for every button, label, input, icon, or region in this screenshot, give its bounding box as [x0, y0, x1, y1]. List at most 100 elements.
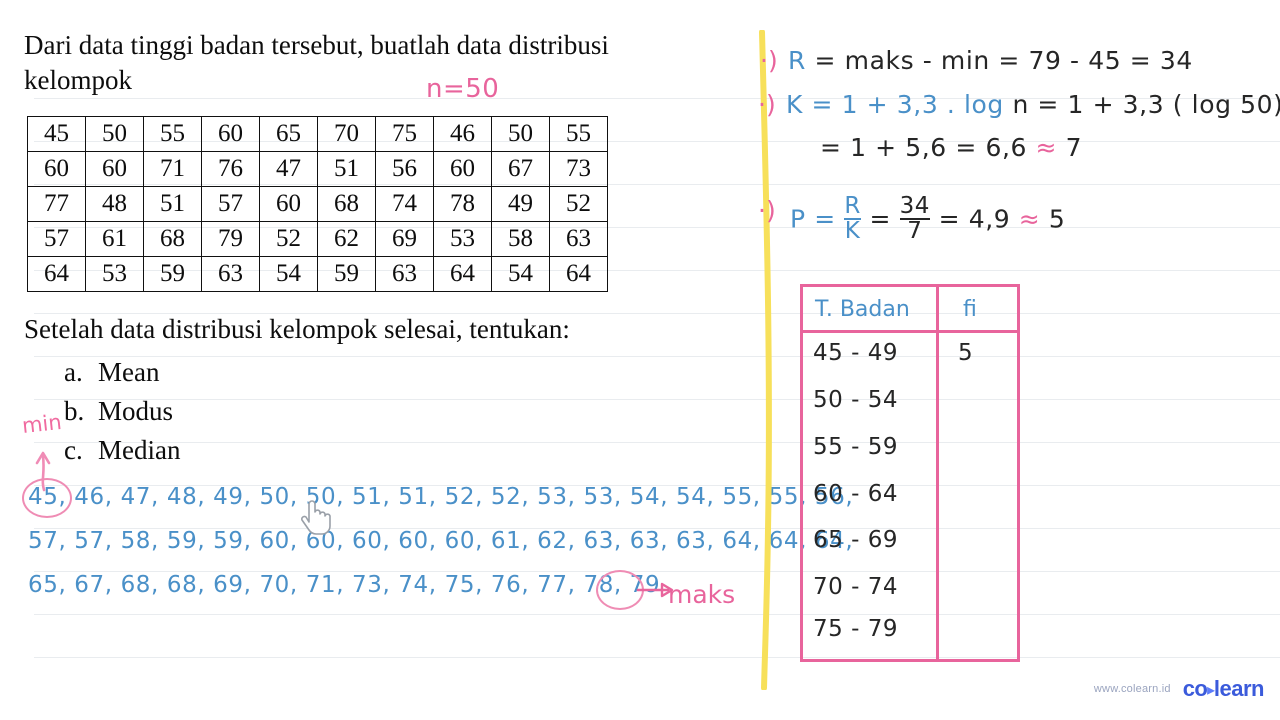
min-value-circle	[22, 478, 72, 518]
work-R-lhs: R	[788, 46, 806, 75]
fraction-denominator: 7	[899, 218, 931, 243]
data-cell: 60	[85, 151, 144, 187]
data-cell: 60	[27, 151, 86, 187]
frequency-row-interval: 70 - 74	[813, 574, 898, 600]
work-line-R: R = maks - min = 79 - 45 = 34	[788, 46, 1193, 75]
data-cell: 59	[317, 256, 376, 292]
prompt-line-2: kelompok	[24, 64, 132, 95]
data-cell: 69	[375, 221, 434, 257]
frequency-table-header-fi: fi	[963, 297, 977, 322]
list-item: b. Modus	[64, 392, 180, 431]
sorted-line-1: 45, 46, 47, 48, 49, 50, 50, 51, 51, 52, …	[28, 484, 854, 510]
min-annotation-label: min	[20, 409, 63, 439]
frequency-table-column-divider	[936, 287, 939, 659]
data-cell: 50	[85, 116, 144, 152]
data-cell: 64	[433, 256, 492, 292]
prompt-line-1: Dari data tinggi badan tersebut, buatlah…	[24, 30, 609, 60]
sorted-line-2: 57, 57, 58, 59, 59, 60, 60, 60, 60, 60, …	[28, 528, 854, 554]
table-row: 64 53 59 63 54 59 63 64 54 64	[27, 256, 608, 292]
item-label: Modus	[98, 396, 174, 426]
item-marker: c.	[64, 435, 83, 465]
data-cell: 50	[491, 116, 550, 152]
data-cell: 64	[27, 256, 86, 292]
frequency-row-fi: 5	[958, 340, 973, 366]
work-P-eq2: = 4,9	[938, 204, 1011, 234]
item-marker: a.	[64, 357, 83, 387]
ruled-line	[34, 356, 1280, 357]
fraction-numerator: 34	[899, 193, 931, 219]
data-cell: 63	[375, 256, 434, 292]
data-cell: 78	[433, 186, 492, 222]
ruled-line	[34, 399, 1280, 400]
data-cell: 67	[491, 151, 550, 187]
data-cell: 75	[375, 116, 434, 152]
data-cell: 62	[317, 221, 376, 257]
raw-data-table-body: 45 50 55 60 65 70 75 46 50 55 60 60 71 7…	[27, 116, 608, 292]
data-cell: 56	[375, 151, 434, 187]
work-P-fraction-RK: R K	[844, 193, 861, 245]
colearn-url: www.colearn.id	[1093, 683, 1171, 695]
frequency-table: T. Badan fi 45 - 49 5 50 - 54 55 - 59 60…	[800, 284, 1020, 662]
raw-data-table: 45 50 55 60 65 70 75 46 50 55 60 60 71 7…	[27, 116, 608, 292]
data-cell: 68	[317, 186, 376, 222]
logo-text-co: co	[1182, 676, 1208, 701]
data-cell: 53	[433, 221, 492, 257]
work-bullet-2: ·)	[758, 90, 776, 119]
data-cell: 58	[491, 221, 550, 257]
work-K-result: 7	[1065, 133, 1083, 162]
colearn-branding: www.colearn.id co▸learn	[1093, 676, 1265, 702]
data-cell: 60	[259, 186, 318, 222]
logo-text-learn: learn	[1213, 676, 1265, 701]
yellow-divider-line	[759, 30, 772, 690]
work-bullet-1: ·)	[760, 46, 778, 75]
table-row: 60 60 71 76 47 51 56 60 67 73	[27, 151, 608, 187]
questions-heading: Setelah data distribusi kelompok selesai…	[24, 314, 570, 344]
data-cell: 47	[259, 151, 318, 187]
colearn-logo: co▸learn	[1182, 676, 1265, 702]
data-cell: 48	[85, 186, 144, 222]
data-cell: 51	[143, 186, 202, 222]
data-cell: 76	[201, 151, 260, 187]
work-P-eq1: =	[869, 204, 892, 234]
work-K-approx: ≈	[1035, 133, 1058, 162]
frequency-row-interval: 55 - 59	[813, 434, 898, 460]
frequency-row-interval: 65 - 69	[813, 527, 898, 553]
data-cell: 51	[317, 151, 376, 187]
data-cell: 71	[143, 151, 202, 187]
data-cell: 54	[259, 256, 318, 292]
item-label: Mean	[98, 357, 160, 387]
table-row: 77 48 51 57 60 68 74 78 49 52	[27, 186, 608, 222]
fraction-numerator: R	[844, 193, 861, 219]
frequency-table-header-divider	[803, 330, 1017, 333]
hand-cursor-icon	[301, 500, 331, 535]
data-cell: 63	[549, 221, 608, 257]
work-line-K: K = 1 + 3,3 . log n = 1 + 3,3 ( log 50)	[786, 90, 1280, 119]
data-cell: 57	[201, 186, 260, 222]
prompt-text: Dari data tinggi badan tersebut, buatlah…	[24, 28, 744, 97]
ruled-line	[34, 614, 1280, 615]
list-item: a. Mean	[64, 353, 180, 392]
questions-list: a. Mean b. Modus c. Median	[64, 353, 180, 470]
data-cell: 70	[317, 116, 376, 152]
data-cell: 59	[143, 256, 202, 292]
data-cell: 46	[433, 116, 492, 152]
data-cell: 60	[201, 116, 260, 152]
item-label: Median	[98, 435, 181, 465]
data-cell: 68	[143, 221, 202, 257]
data-cell: 65	[259, 116, 318, 152]
data-cell: 52	[549, 186, 608, 222]
maks-annotation-label: maks	[668, 580, 736, 609]
data-cell: 57	[27, 221, 86, 257]
data-cell: 64	[549, 256, 608, 292]
table-row: 57 61 68 79 52 62 69 53 58 63	[27, 221, 608, 257]
data-cell: 54	[491, 256, 550, 292]
frequency-row-interval: 60 - 64	[813, 481, 898, 507]
data-cell: 49	[491, 186, 550, 222]
data-cell: 79	[201, 221, 260, 257]
frequency-table-header-interval: T. Badan	[815, 297, 910, 322]
work-bullet-3: ·)	[758, 196, 776, 225]
work-R-rhs: = maks - min = 79 - 45 = 34	[814, 46, 1193, 75]
ruled-line	[34, 657, 1280, 658]
fraction-denominator: K	[844, 218, 861, 245]
work-P-fraction-34-7: 34 7	[899, 193, 931, 244]
